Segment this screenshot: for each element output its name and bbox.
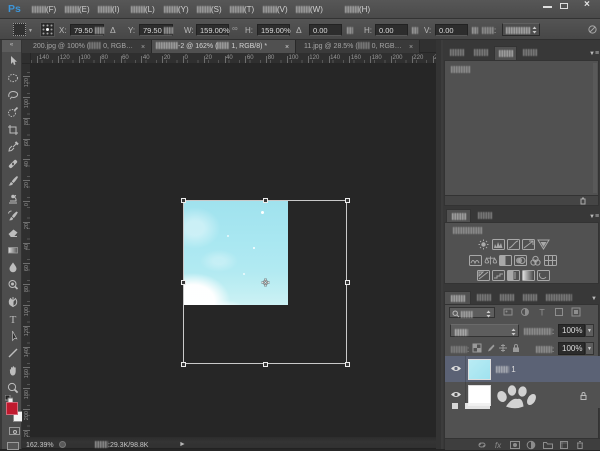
svg-text:T: T — [539, 308, 545, 318]
svg-text:T: T — [10, 314, 17, 325]
